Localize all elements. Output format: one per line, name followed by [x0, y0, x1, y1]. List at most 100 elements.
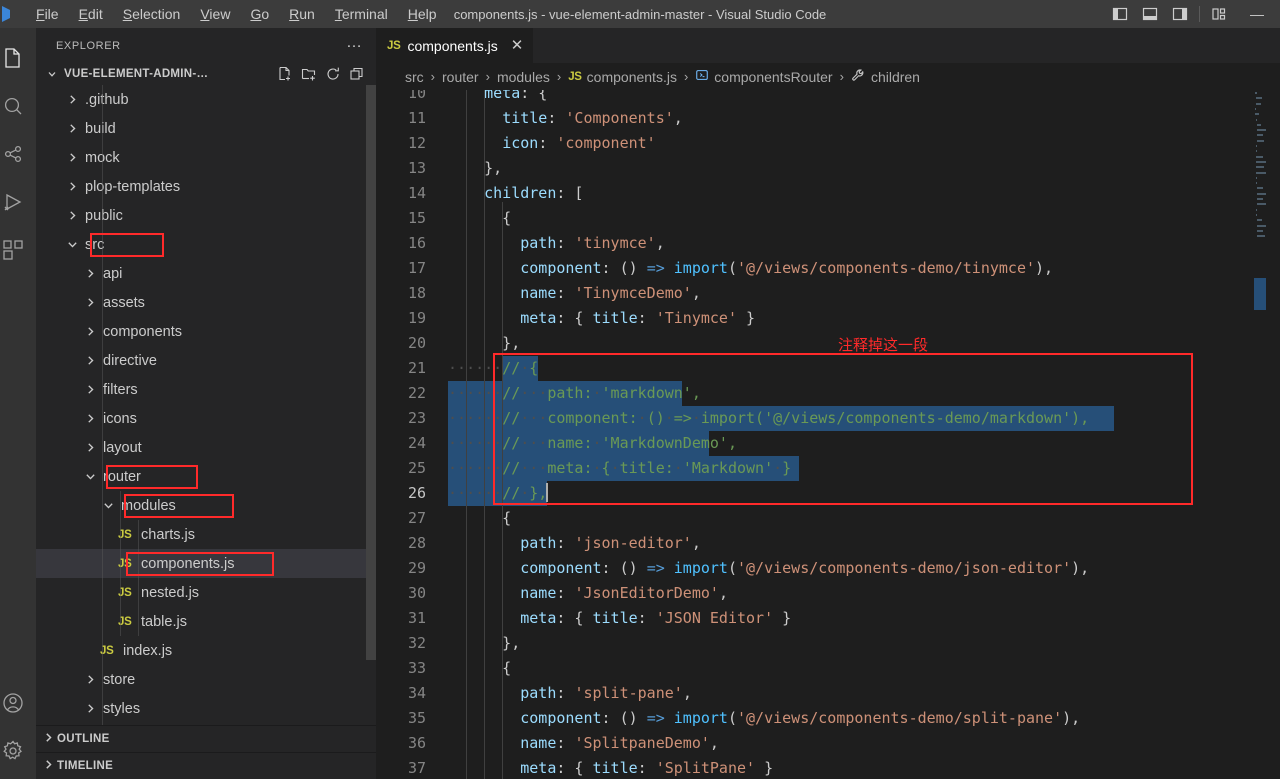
code-token: ), [1071, 559, 1090, 577]
breadcrumb[interactable]: src › router › modules › JS components.js › compo… [376, 63, 1280, 90]
breadcrumb-label: components.js [586, 68, 677, 85]
line-number: 33 [407, 659, 426, 677]
tree-folder-router[interactable]: router [36, 462, 376, 491]
code-line: 37 meta: { title: 'SplitPane' } [376, 756, 1280, 779]
tree-folder-store[interactable]: store [36, 665, 376, 694]
minimap-line [1256, 187, 1263, 190]
whitespace-dot: · [457, 434, 467, 452]
explorer-more-actions-icon[interactable]: … [342, 34, 366, 54]
code-line-text: path: 'tinymce', [448, 231, 665, 256]
panel-outline[interactable]: OUTLINE [36, 725, 376, 752]
toggle-primary-sidebar-icon[interactable] [1105, 0, 1135, 28]
code-token: ), [1035, 259, 1054, 277]
tree-folder-src[interactable]: src [36, 230, 376, 259]
breadcrumb-item-modules[interactable]: modules [497, 69, 550, 85]
breadcrumb-item-router[interactable]: router [442, 69, 479, 85]
activity-extensions-icon[interactable] [0, 226, 31, 274]
sidebar-scrollbar[interactable] [366, 85, 376, 660]
menu-terminal[interactable]: Terminal [325, 3, 398, 25]
customize-layout-icon[interactable] [1204, 0, 1234, 28]
code-line-text: ······//···meta:·{·title:·'Markdown'·} [448, 459, 792, 477]
chevron-right-icon [64, 209, 80, 222]
tree-folder-public[interactable]: public [36, 201, 376, 230]
menu-go[interactable]: Go [240, 3, 279, 25]
code-editor[interactable]: 10 meta: {11 title: 'Components', 12 icon… [376, 90, 1280, 779]
panel-label: TIMELINE [57, 760, 114, 772]
breadcrumb-label: src [405, 68, 424, 85]
tree-folder-components[interactable]: components [36, 317, 376, 346]
activity-source-control-icon[interactable] [0, 130, 31, 178]
app-logo-icon [0, 0, 12, 28]
file-tree[interactable]: .github build mock plop-templates public src a… [36, 85, 376, 725]
tree-folder-plop-templates[interactable]: plop-templates [36, 172, 376, 201]
tree-folder-icons[interactable]: icons [36, 404, 376, 433]
menu-run[interactable]: Run [279, 3, 325, 25]
tab-components-js[interactable]: JS components.js ✕ [376, 28, 535, 63]
activity-explorer-icon[interactable] [0, 34, 31, 82]
breadcrumb-item-src[interactable]: src [405, 69, 424, 85]
activity-run-and-debug-icon[interactable] [0, 178, 31, 226]
code-token: } [755, 759, 774, 777]
code-token: name [520, 584, 557, 602]
new-folder-icon[interactable] [298, 63, 320, 85]
menu-selection[interactable]: Selection [113, 3, 191, 25]
breadcrumb-separator: › [430, 69, 436, 84]
activity-search-icon[interactable] [0, 82, 31, 130]
tree-file-index-js[interactable]: JS index.js [36, 636, 376, 665]
tree-file-charts-js[interactable]: JS charts.js [36, 520, 376, 549]
menu-edit[interactable]: Edit [69, 3, 113, 25]
minimize-button[interactable]: — [1234, 0, 1280, 28]
workspace-root-row[interactable]: VUE-ELEMENT-ADMIN-… [36, 63, 376, 85]
collapse-all-icon[interactable] [346, 63, 368, 85]
menu-help[interactable]: Help [398, 3, 447, 25]
tree-folder-directive[interactable]: directive [36, 346, 376, 375]
whitespace-dot: · [529, 384, 539, 402]
whitespace-dot: · [475, 459, 485, 477]
code-token: import [673, 709, 728, 727]
code-token: ( [727, 259, 737, 277]
tree-folder-styles[interactable]: styles [36, 694, 376, 723]
activity-accounts-icon[interactable] [0, 679, 31, 727]
minimap-line [1255, 102, 1261, 105]
tree-item-label: directive [103, 352, 157, 369]
tree-folder-mock[interactable]: mock [36, 143, 376, 172]
overview-ruler[interactable] [1266, 90, 1280, 779]
tree-file-components-js[interactable]: JS components.js [36, 549, 376, 578]
toggle-secondary-sidebar-icon[interactable] [1165, 0, 1195, 28]
code-line: 32 }, [376, 631, 1280, 656]
breadcrumb-item-children[interactable]: children [851, 68, 920, 86]
code-line: 15 { [376, 206, 1280, 231]
menu-file[interactable]: File [26, 3, 69, 25]
new-file-icon[interactable] [274, 63, 296, 85]
panel-timeline[interactable]: TIMELINE [36, 752, 376, 779]
line-number: 34 [407, 684, 426, 702]
explorer-sidebar: EXPLORER … VUE-ELEMENT-ADMIN-… .github b… [36, 28, 376, 779]
whitespace-dot: · [691, 409, 701, 427]
tree-file-nested-js[interactable]: JS nested.js [36, 578, 376, 607]
text-cursor [546, 483, 549, 502]
refresh-icon[interactable] [322, 63, 344, 85]
tree-item-label: icons [103, 410, 137, 427]
tree-folder-modules[interactable]: modules [36, 491, 376, 520]
tree-folder-filters[interactable]: filters [36, 375, 376, 404]
activity-manage-settings-icon[interactable] [0, 727, 31, 775]
menu-view[interactable]: View [190, 3, 240, 25]
tree-folder-api[interactable]: api [36, 259, 376, 288]
toggle-panel-icon[interactable] [1135, 0, 1165, 28]
close-icon[interactable]: ✕ [511, 38, 524, 53]
chevron-right-icon [82, 673, 98, 686]
line-number: 11 [407, 109, 426, 127]
breadcrumb-item-components-js[interactable]: JS components.js [568, 69, 677, 85]
code-line: 26 ······//·}, [376, 481, 1280, 506]
menu-bar[interactable]: File Edit Selection View Go Run Terminal Help [26, 3, 447, 25]
tree-folder-dot-github[interactable]: .github [36, 85, 376, 114]
tree-file-table-js[interactable]: JS table.js [36, 607, 376, 636]
whitespace-dot: · [493, 484, 503, 502]
tree-folder-layout[interactable]: layout [36, 433, 376, 462]
chevron-right-icon [42, 758, 55, 774]
tree-folder-build[interactable]: build [36, 114, 376, 143]
minimap-line [1255, 113, 1259, 116]
tree-folder-assets[interactable]: assets [36, 288, 376, 317]
tab-label: components.js [407, 37, 498, 54]
breadcrumb-item-componentsRouter[interactable]: componentsRouter [695, 68, 833, 85]
